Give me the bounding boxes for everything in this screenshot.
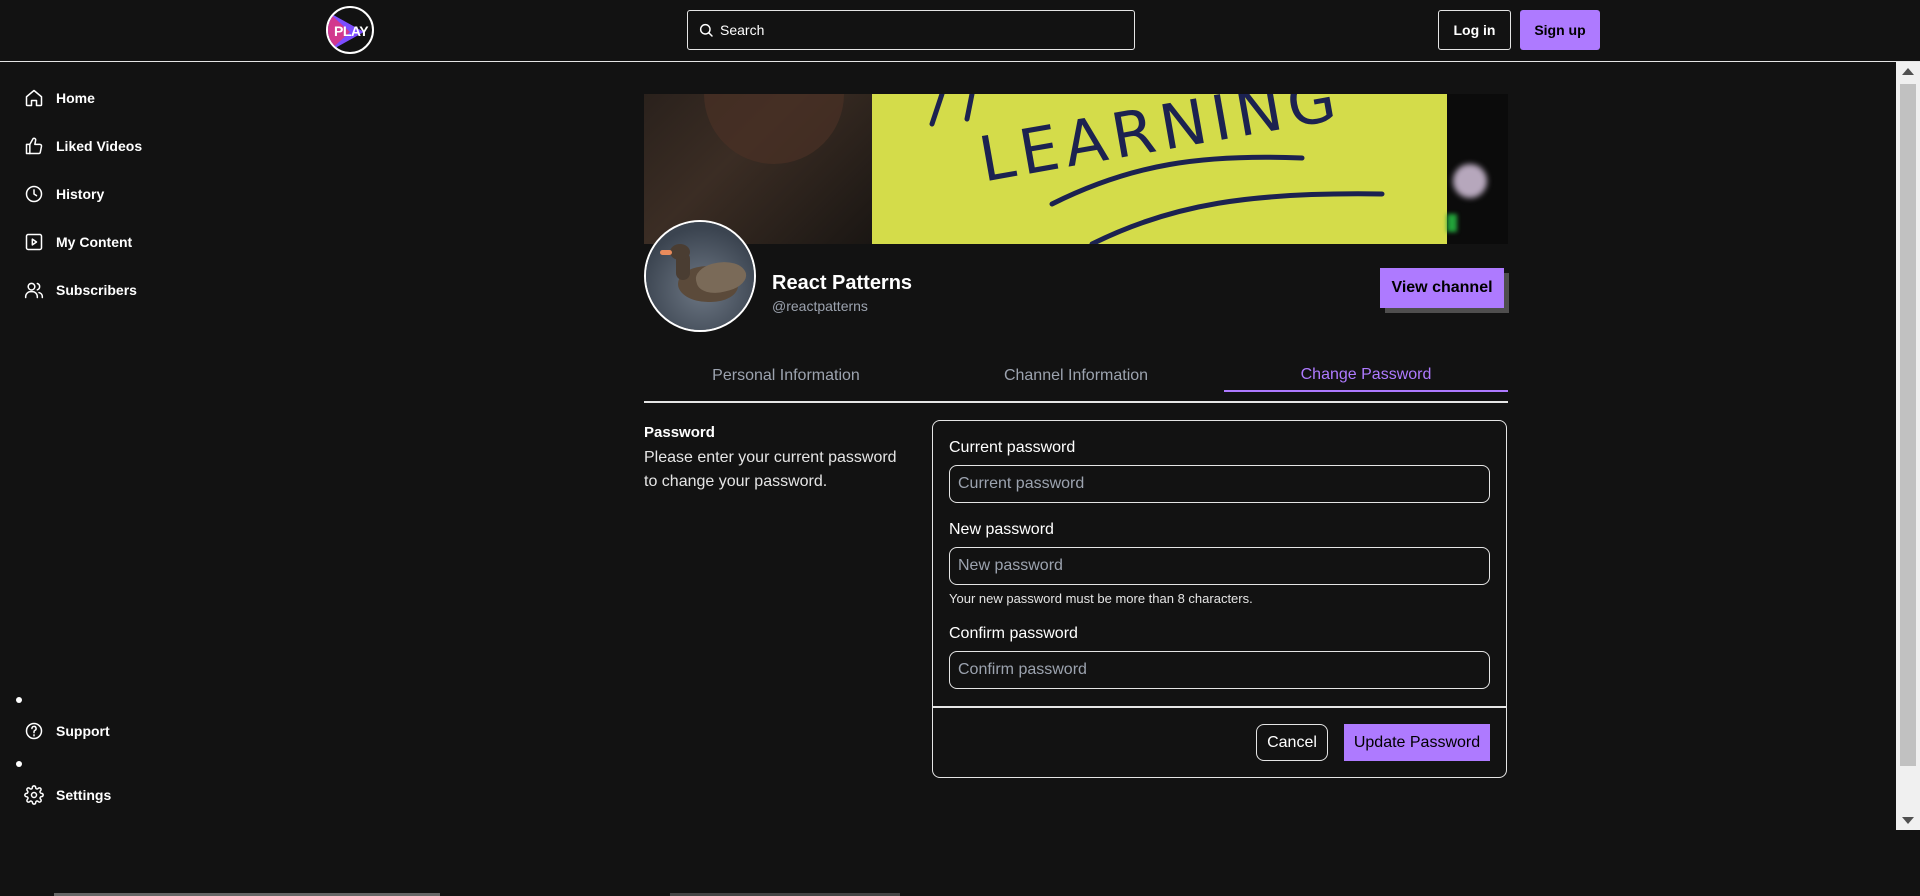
section-title: Password <box>644 424 715 441</box>
confirm-password-label: Confirm password <box>949 625 1078 642</box>
bullet-dot <box>16 697 22 703</box>
avatar-goose-head <box>670 244 690 260</box>
sidebar-item-support[interactable]: Support <box>24 719 110 743</box>
sidebar-item-subscribers[interactable]: Subscribers <box>24 278 137 302</box>
search-box[interactable] <box>687 10 1135 50</box>
scrollbar-thumb[interactable] <box>1900 84 1916 766</box>
home-icon <box>25 89 43 107</box>
tab-change-password[interactable]: Change Password <box>1224 360 1508 392</box>
sidebar-item-history[interactable]: History <box>24 182 104 206</box>
channel-name: React Patterns <box>772 272 913 294</box>
settings-tabs: Personal Information Channel Information… <box>644 360 1508 403</box>
video-icon <box>25 233 43 251</box>
channel-cover-image: LEARNING <box>644 94 1508 244</box>
sidebar: Home Liked Videos History My Content Sub… <box>0 62 300 896</box>
cover-blur-shape <box>704 94 844 164</box>
signup-button[interactable]: Sign up <box>1520 10 1600 50</box>
thumbs-up-icon <box>25 137 43 155</box>
sidebar-item-label: Subscribers <box>56 282 137 298</box>
update-password-button[interactable]: Update Password <box>1344 724 1490 761</box>
channel-handle: @reactpatterns <box>772 298 868 314</box>
cancel-button[interactable]: Cancel <box>1256 724 1328 761</box>
sidebar-item-settings[interactable]: Settings <box>24 783 111 807</box>
confirm-password-field[interactable] <box>949 651 1490 689</box>
current-password-label: Current password <box>949 439 1076 456</box>
help-circle-icon <box>25 722 43 740</box>
tab-channel-information[interactable]: Channel Information <box>934 360 1218 392</box>
new-password-field[interactable] <box>949 547 1490 585</box>
gear-icon <box>24 785 44 805</box>
section-description: Please enter your current password to ch… <box>644 449 897 490</box>
login-button[interactable]: Log in <box>1438 10 1511 50</box>
users-icon <box>24 282 44 299</box>
logo-text: PLAY <box>334 23 369 39</box>
tab-personal-information[interactable]: Personal Information <box>644 360 928 392</box>
channel-avatar <box>644 220 756 332</box>
vertical-scrollbar[interactable] <box>1896 62 1920 830</box>
scroll-up-arrow-icon[interactable] <box>1902 68 1914 75</box>
clock-icon <box>25 185 43 203</box>
avatar-goose-beak <box>660 250 672 255</box>
search-icon <box>699 23 713 37</box>
sidebar-item-label: Liked Videos <box>56 138 143 154</box>
top-bar: PLAY Log in Sign up <box>0 0 1920 62</box>
cover-blur-shape <box>1447 214 1457 232</box>
bullet-dot <box>16 761 22 767</box>
play-logo[interactable]: PLAY <box>326 6 374 54</box>
sidebar-item-label: Settings <box>56 787 112 803</box>
current-password-field[interactable] <box>949 465 1490 503</box>
sidebar-item-label: Home <box>56 90 95 106</box>
sidebar-item-my-content[interactable]: My Content <box>24 230 132 254</box>
scroll-down-arrow-icon[interactable] <box>1902 817 1914 824</box>
sidebar-item-label: History <box>56 186 105 202</box>
search-input[interactable] <box>720 22 1120 38</box>
sidebar-item-liked-videos[interactable]: Liked Videos <box>24 134 142 158</box>
view-channel-button[interactable]: View channel <box>1380 268 1504 308</box>
sidebar-item-home[interactable]: Home <box>24 86 95 110</box>
cover-right-area <box>1447 94 1508 244</box>
cover-blur-shape <box>1453 164 1487 198</box>
sidebar-item-label: My Content <box>56 234 133 250</box>
password-form-card: Current password New password Your new p… <box>932 420 1507 778</box>
new-password-label: New password <box>949 521 1054 538</box>
form-divider <box>933 706 1506 708</box>
new-password-hint: Your new password must be more than 8 ch… <box>949 591 1253 606</box>
sidebar-item-label: Support <box>56 723 110 739</box>
cover-sticky-note: LEARNING <box>872 94 1447 244</box>
